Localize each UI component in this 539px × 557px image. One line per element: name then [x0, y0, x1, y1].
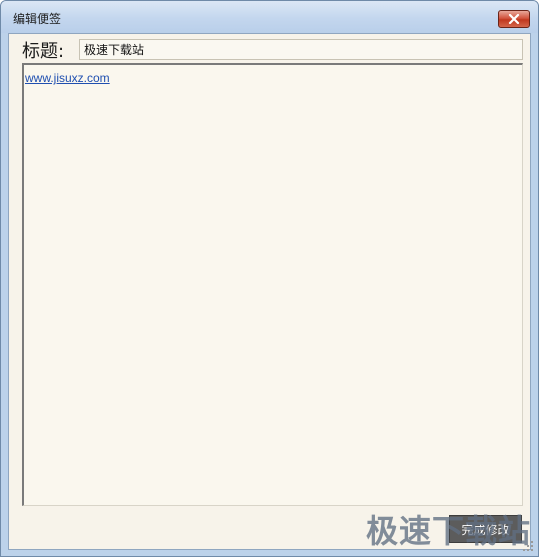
- note-content-editor[interactable]: www.jisuxz.com: [22, 63, 523, 506]
- dialog-body: 标题: www.jisuxz.com 完成修改: [8, 33, 531, 550]
- note-edit-window: 编辑便签 标题: www.jisuxz.com 完成修改 极速下载站: [0, 0, 539, 557]
- save-changes-button[interactable]: 完成修改: [449, 515, 522, 543]
- title-input[interactable]: [79, 39, 523, 60]
- title-bar[interactable]: 编辑便签: [1, 1, 538, 33]
- title-field-label: 标题:: [22, 41, 65, 62]
- window-title: 编辑便签: [13, 12, 62, 26]
- close-button[interactable]: [498, 10, 530, 28]
- content-link[interactable]: www.jisuxz.com: [25, 71, 110, 85]
- close-icon: [508, 14, 520, 24]
- resize-grip-icon[interactable]: [522, 540, 534, 552]
